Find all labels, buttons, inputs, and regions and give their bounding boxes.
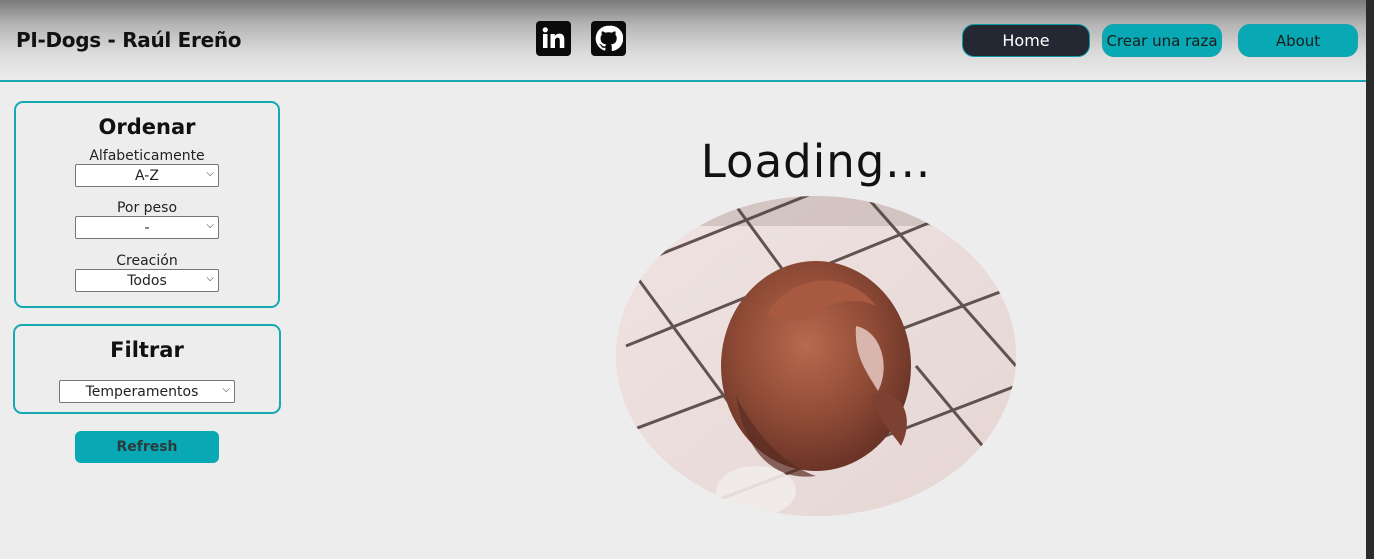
temperament-select[interactable]: Temperamentos ⌵ bbox=[59, 380, 235, 403]
order-panel: Ordenar Alfabeticamente A-Z ⌵ Por peso -… bbox=[14, 101, 280, 308]
alphabetical-label: Alfabeticamente bbox=[89, 148, 205, 164]
creation-select[interactable]: Todos ⌵ bbox=[75, 269, 219, 292]
chevron-down-icon: ⌵ bbox=[206, 168, 214, 179]
filter-title: Filtrar bbox=[110, 338, 184, 362]
temperament-select-value: Temperamentos bbox=[85, 383, 199, 400]
filter-panel: Filtrar Temperamentos ⌵ bbox=[13, 324, 281, 414]
loading-text: Loading... bbox=[700, 135, 932, 188]
weight-select-value: - bbox=[144, 219, 150, 236]
weight-select[interactable]: - ⌵ bbox=[75, 216, 219, 239]
brand-title: PI-Dogs - Raúl Ereño bbox=[16, 28, 242, 52]
top-navbar: PI-Dogs - Raúl Ereño Home Crear una raza… bbox=[0, 0, 1366, 82]
creation-label: Creación bbox=[116, 253, 178, 269]
alphabetical-select[interactable]: A-Z ⌵ bbox=[75, 164, 219, 187]
refresh-button[interactable]: Refresh bbox=[75, 431, 219, 463]
alphabetical-select-value: A-Z bbox=[135, 167, 159, 184]
order-title: Ordenar bbox=[98, 115, 196, 139]
chevron-down-icon: ⌵ bbox=[206, 273, 214, 284]
chevron-down-icon: ⌵ bbox=[222, 384, 230, 395]
weight-label: Por peso bbox=[116, 200, 178, 216]
about-button[interactable]: About bbox=[1238, 24, 1358, 57]
chevron-down-icon: ⌵ bbox=[206, 220, 214, 231]
home-button[interactable]: Home bbox=[962, 24, 1090, 57]
linkedin-icon[interactable] bbox=[536, 21, 571, 56]
loading-dog-image bbox=[616, 196, 1016, 516]
github-icon[interactable] bbox=[591, 21, 626, 56]
creation-select-value: Todos bbox=[127, 272, 167, 289]
window-edge bbox=[1366, 0, 1374, 559]
create-breed-button[interactable]: Crear una raza bbox=[1102, 24, 1222, 57]
